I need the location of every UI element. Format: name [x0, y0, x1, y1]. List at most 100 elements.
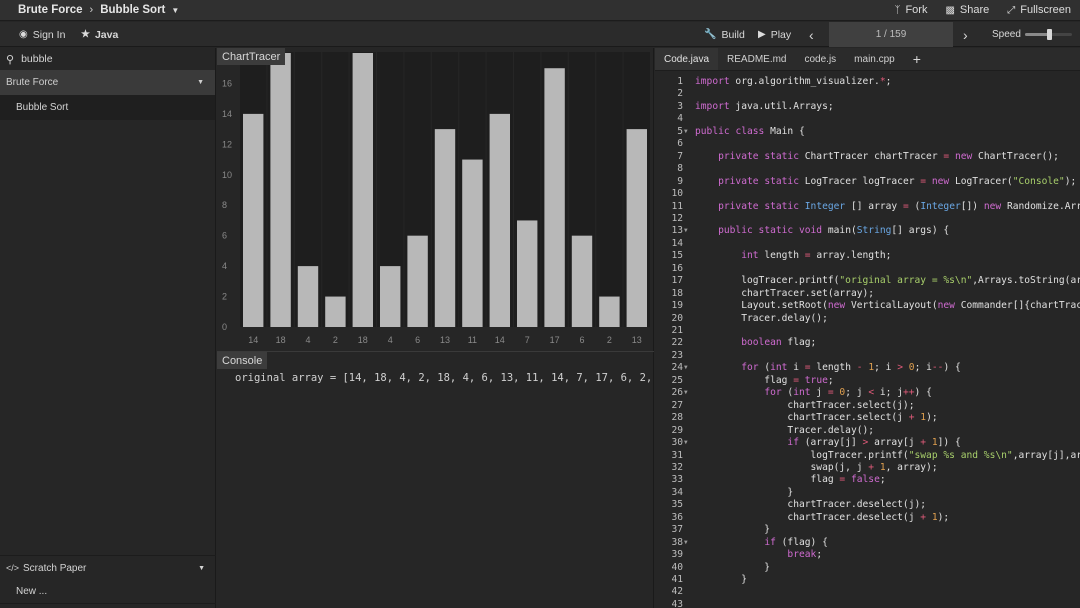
caret-down-icon: ▼: [197, 79, 204, 86]
fold-arrow-icon[interactable]: ▼: [684, 439, 688, 446]
line-number: 32: [671, 461, 683, 473]
code-line[interactable]: chartTracer.deselect(j + 1);: [695, 512, 949, 523]
fold-arrow-icon[interactable]: ▼: [684, 227, 688, 234]
x-tick-label: 11: [468, 335, 477, 345]
github-icon: ◉: [19, 29, 28, 40]
chart-bar: [599, 296, 620, 327]
code-line[interactable]: private static Integer [] array = (Integ…: [695, 201, 1080, 212]
line-number: 2: [677, 88, 683, 100]
y-tick-label: 6: [222, 231, 227, 241]
line-number: 13: [671, 225, 683, 237]
fold-arrow-icon[interactable]: ▼: [684, 364, 688, 371]
code-line[interactable]: for (int i = length - 1; i > 0; i--) {: [695, 362, 961, 373]
fold-arrow-icon[interactable]: ▼: [684, 539, 688, 546]
code-line[interactable]: break;: [695, 549, 822, 560]
code-line[interactable]: private static LogTracer logTracer = new…: [695, 176, 1076, 187]
search-bar[interactable]: ⚲ bubble: [0, 48, 215, 70]
new-scratch-label: New ...: [16, 586, 48, 597]
fold-arrow-icon[interactable]: ▼: [684, 389, 688, 396]
search-input[interactable]: bubble: [21, 53, 53, 65]
build-button[interactable]: 🔧 Build: [704, 22, 745, 47]
next-step-button[interactable]: ›: [963, 22, 968, 47]
sidebar-category-brute-force[interactable]: Brute Force ▼: [0, 70, 215, 95]
x-tick-label: 14: [248, 335, 258, 345]
code-line[interactable]: public class Main {: [695, 126, 805, 137]
chart-bar: [407, 235, 428, 327]
line-number: 23: [671, 349, 683, 361]
line-number: 10: [671, 188, 683, 200]
code-line[interactable]: logTracer.printf("swap %s and %s\n",arra…: [695, 450, 1080, 461]
code-line[interactable]: chartTracer.select(j);: [695, 400, 914, 411]
visualizer-panel: 0 2 4 6 8 10 12 14 16 14 18 4 2 18 4 6 13 11 14 7 17 6 2 13 Cha…: [217, 48, 678, 608]
chart-bar: [297, 266, 319, 327]
line-number: 7: [677, 150, 683, 162]
code-line[interactable]: import org.algorithm_visualizer.*;: [695, 76, 891, 87]
tab-readme-md[interactable]: README.md: [718, 48, 795, 70]
x-tick-label: 6: [579, 335, 584, 345]
chevron-left-icon: ‹: [809, 26, 814, 43]
fold-arrow-icon[interactable]: ▼: [684, 128, 688, 135]
play-icon: ▶: [758, 29, 766, 40]
chart-bar: [517, 220, 538, 327]
code-line[interactable]: int length = array.length;: [695, 250, 891, 261]
chart-bar: [489, 113, 510, 327]
fork-button[interactable]: ᛉ Fork: [894, 4, 927, 16]
language-button[interactable]: ★ Java: [81, 22, 118, 47]
code-line[interactable]: private static ChartTracer chartTracer =…: [695, 151, 1059, 162]
speed-slider-thumb[interactable]: [1046, 29, 1052, 40]
x-tick-label: 18: [276, 335, 286, 345]
code-line[interactable]: public static void main(String[] args) {: [695, 225, 949, 236]
code-line[interactable]: chartTracer.set(array);: [695, 288, 874, 299]
chart-column-bg: [596, 52, 623, 327]
build-label: Build: [721, 28, 745, 41]
code-line[interactable]: }: [695, 574, 747, 585]
code-line[interactable]: Tracer.delay();: [695, 425, 874, 436]
tab-main-cpp[interactable]: main.cpp: [845, 48, 904, 70]
code-line[interactable]: chartTracer.select(j + 1);: [695, 412, 937, 423]
code-line[interactable]: Layout.setRoot(new VerticalLayout(new Co…: [695, 300, 1080, 311]
line-number: 29: [671, 424, 683, 436]
code-line[interactable]: }: [695, 487, 793, 498]
code-line[interactable]: logTracer.printf("original array = %s\n"…: [695, 275, 1080, 286]
sign-in-button[interactable]: ◉ Sign In: [19, 22, 65, 47]
line-number: 28: [671, 412, 683, 424]
new-scratch-button[interactable]: New ...: [0, 580, 216, 604]
code-line[interactable]: flag = false;: [695, 474, 886, 485]
caret-down-icon[interactable]: ▼: [171, 6, 179, 15]
code-line[interactable]: }: [695, 562, 770, 573]
prev-step-button[interactable]: ‹: [809, 22, 814, 47]
code-line[interactable]: }: [695, 524, 770, 535]
add-tab-button[interactable]: +: [904, 48, 930, 70]
breadcrumb-algorithm[interactable]: Bubble Sort: [100, 4, 165, 16]
tab-code-java[interactable]: Code.java: [655, 48, 719, 70]
line-number: 43: [671, 598, 683, 608]
breadcrumb-category[interactable]: Brute Force: [18, 4, 83, 16]
code-line[interactable]: Tracer.delay();: [695, 313, 828, 324]
code-line[interactable]: if (array[j] > array[j + 1]) {: [695, 437, 960, 448]
code-line[interactable]: if (flag) {: [695, 537, 828, 548]
progress-bar[interactable]: 1 / 159: [829, 22, 953, 47]
top-actions: ᛉ Fork ▩ Share ⤢ Fullscreen: [894, 4, 1071, 16]
code-line[interactable]: chartTracer.deselect(j);: [695, 499, 926, 510]
code-line[interactable]: swap(j, j + 1, array);: [695, 462, 938, 473]
code-line[interactable]: boolean flag;: [695, 337, 816, 348]
fullscreen-button[interactable]: ⤢ Fullscreen: [1007, 4, 1071, 16]
code-line[interactable]: for (int j = 0; j < i; j++) {: [695, 387, 932, 398]
line-number: 19: [671, 300, 683, 312]
sidebar-item-bubble-sort[interactable]: Bubble Sort: [0, 95, 215, 120]
play-button[interactable]: ▶ Play: [758, 22, 791, 47]
code-line[interactable]: flag = true;: [695, 375, 833, 386]
y-tick-label: 14: [222, 109, 232, 119]
code-line[interactable]: import java.util.Arrays;: [695, 101, 834, 112]
scratch-paper-section[interactable]: </> Scratch Paper ▼: [0, 555, 216, 580]
bar-chart: 0 2 4 6 8 10 12 14 16 14 18 4 2 18 4 6 13 11 14 7 17 6 2 13: [222, 52, 650, 345]
toolbar: ◉ Sign In ★ Java 🔧 Build ▶ Play ‹ 1 / 15…: [0, 22, 1080, 47]
sidebar-item-label: Bubble Sort: [16, 102, 69, 113]
share-button[interactable]: ▩ Share: [945, 4, 989, 16]
tab-code-js[interactable]: code.js: [795, 48, 845, 70]
y-tick-label: 12: [222, 139, 232, 149]
chart-bar: [270, 53, 291, 327]
x-tick-label: 2: [333, 335, 338, 345]
x-tick-label: 4: [305, 335, 310, 345]
speed-slider[interactable]: [1025, 29, 1072, 40]
